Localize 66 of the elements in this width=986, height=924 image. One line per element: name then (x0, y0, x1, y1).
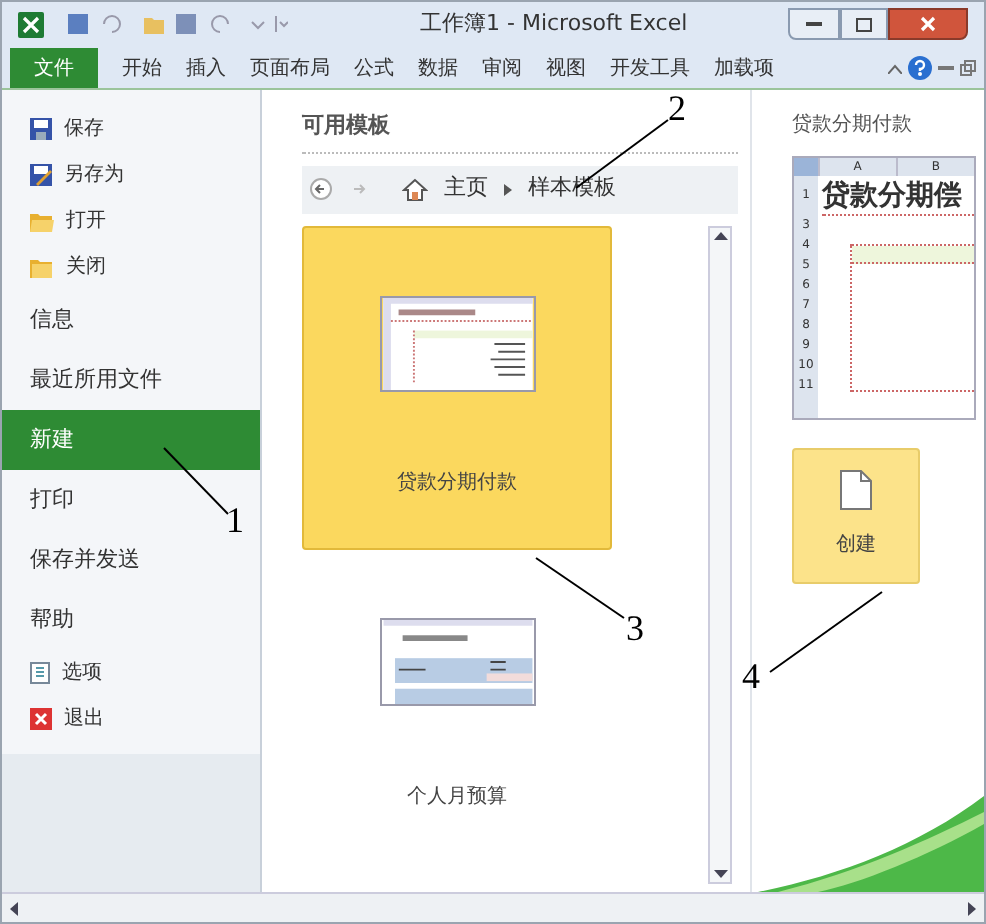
sidebar-item[interactable]: 关闭 (2, 244, 260, 290)
vertical-scrollbar[interactable] (708, 225, 732, 884)
template-name: 个人月预算 (407, 783, 507, 811)
ribbon-tab[interactable]: 数据 (406, 48, 470, 88)
sidebar-item[interactable]: 选项 (2, 650, 260, 696)
sidebar-item[interactable]: 退出 (2, 696, 260, 742)
item-label: 打开 (66, 207, 106, 236)
breadcrumb-link[interactable]: 主页 (444, 172, 488, 206)
help-icon[interactable] (908, 56, 932, 80)
document-icon (840, 470, 872, 510)
ribbon-tab[interactable]: 加载项 (702, 48, 786, 88)
sidebar-item[interactable]: 帮助 (2, 590, 260, 650)
horizontal-scrollbar[interactable] (2, 892, 984, 922)
template-name: 贷款分期付款 (397, 469, 517, 497)
caret-icon[interactable] (888, 63, 902, 73)
preview-title: 贷款分期付款 (792, 111, 914, 140)
leader-line (534, 556, 626, 620)
home-icon[interactable] (402, 177, 428, 201)
ribbon-tab[interactable]: 页面布局 (238, 48, 342, 88)
folder-icon (30, 211, 54, 231)
ribbon-tab[interactable]: 审阅 (470, 48, 534, 88)
item-label: 保存 (64, 116, 104, 144)
sidebar-item[interactable]: 保存 (2, 106, 260, 152)
sidebar-item[interactable]: 打开 (2, 198, 260, 244)
callout-number: 4 (742, 658, 760, 694)
sidebar-item[interactable]: 另存为 (2, 152, 260, 198)
close-button[interactable] (888, 8, 968, 40)
ribbon-tab[interactable]: 开发工具 (598, 48, 702, 88)
restore-icon (856, 17, 872, 31)
item-label: 另存为 (64, 161, 124, 190)
callout-number: 3 (626, 610, 644, 646)
ribbon-tab[interactable]: 公式 (342, 48, 406, 88)
ribbon-tab[interactable]: 开始 (110, 48, 174, 88)
item-label: 退出 (64, 705, 104, 734)
sidebar-item[interactable]: 最近所用文件 (2, 350, 260, 410)
minimize-button[interactable] (788, 8, 840, 40)
restore-icon[interactable] (960, 60, 976, 76)
up-arrow-icon[interactable] (713, 231, 727, 239)
right-arrow-icon[interactable] (968, 901, 976, 915)
down-arrow-icon[interactable] (713, 870, 727, 878)
sheet-title: 贷款分期偿 (822, 176, 974, 216)
sidebar-item[interactable]: 信息 (2, 290, 260, 350)
left-arrow-icon[interactable] (10, 901, 18, 915)
ribbon-tab[interactable]: 插入 (174, 48, 238, 88)
ribbon-tab[interactable]: 视图 (534, 48, 598, 88)
folder-icon (30, 257, 54, 277)
spreadsheet-logo-icon (18, 11, 44, 37)
template-tile[interactable]: 贷款分期付款 (302, 225, 612, 549)
leader-line (768, 590, 884, 674)
restore-button[interactable] (840, 8, 888, 40)
select-all-corner (794, 158, 818, 176)
minimize-icon (806, 21, 822, 27)
back-icon[interactable] (310, 178, 332, 200)
ribbon-tab[interactable]: 文件 (10, 48, 98, 88)
minimize-icon[interactable] (938, 60, 954, 76)
document-icon (30, 662, 50, 684)
item-label: 关闭 (66, 253, 106, 282)
chevron-icon (504, 183, 512, 195)
floppy-pencil-icon (30, 164, 52, 186)
close-icon (30, 708, 52, 730)
window-title: 工作簿1 - Microsoft Excel (420, 7, 688, 40)
leader-line (162, 446, 230, 518)
create-button[interactable]: 创建 (792, 448, 920, 584)
sidebar-item[interactable]: 新建 (2, 410, 260, 470)
item-label: 选项 (62, 659, 102, 688)
close-icon (920, 16, 936, 32)
